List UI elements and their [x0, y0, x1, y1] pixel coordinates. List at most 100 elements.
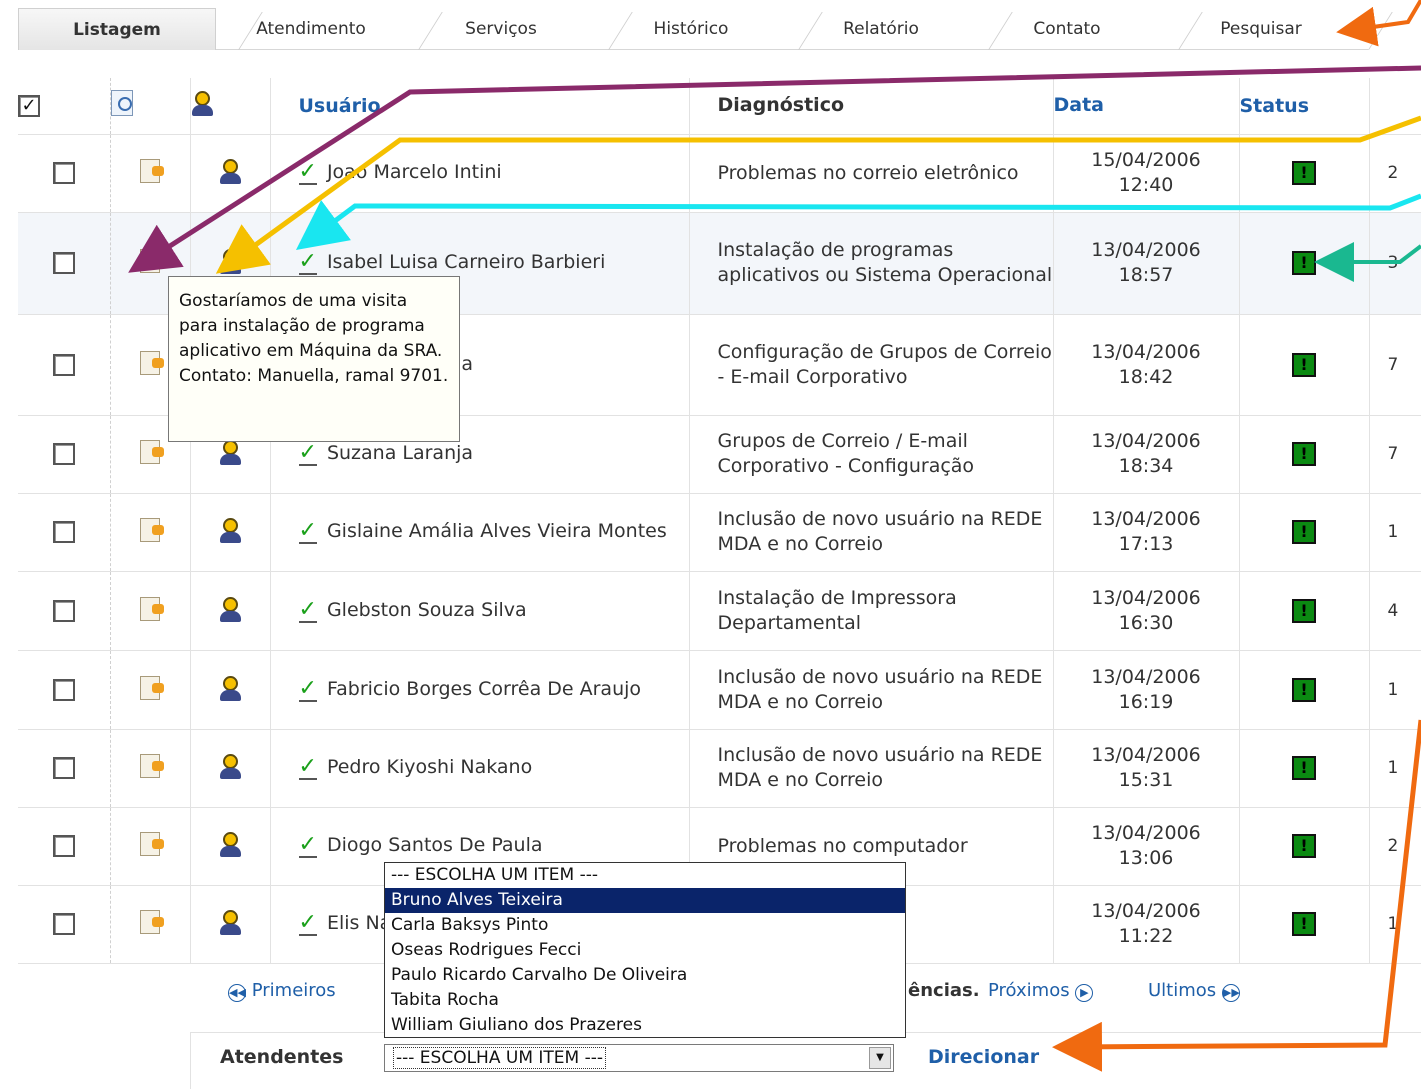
person-icon[interactable] [219, 157, 241, 185]
person-icon[interactable] [219, 830, 241, 858]
status-alert-icon[interactable]: ! [1292, 598, 1316, 623]
document-icon[interactable] [140, 832, 164, 856]
person-icon[interactable] [219, 516, 241, 544]
table-header-row: Usuário Diagnóstico Data Status [18, 78, 1421, 135]
select-all-cell [18, 78, 111, 135]
tab-pesquisar[interactable]: Pesquisar [1166, 8, 1356, 50]
row-checkbox[interactable] [52, 252, 75, 274]
person-icon[interactable] [219, 908, 241, 936]
row-checkbox[interactable] [52, 162, 75, 184]
dropdown-option[interactable]: --- ESCOLHA UM ITEM --- [385, 863, 905, 888]
row-person-cell [190, 729, 271, 808]
tab-historico[interactable]: Histórico [596, 8, 786, 50]
row-checkbox[interactable] [52, 678, 75, 701]
person-icon[interactable] [219, 674, 241, 702]
document-icon[interactable] [140, 675, 164, 700]
time-value: 13:06 [1118, 847, 1174, 869]
tab-listagem[interactable]: Listagem [18, 8, 216, 50]
status-alert-icon[interactable]: ! [1292, 520, 1316, 544]
status-cell: ! [1239, 571, 1370, 651]
time-value: 16:19 [1118, 690, 1174, 713]
time-value: 18:34 [1118, 455, 1174, 477]
document-icon[interactable] [140, 159, 164, 183]
row-checkbox-cell [18, 571, 111, 651]
count-cell: 1 [1369, 650, 1421, 730]
date-value: 13/04/2006 [1091, 822, 1201, 844]
row-checkbox[interactable] [52, 835, 75, 857]
dropdown-option[interactable]: Oseas Rodrigues Fecci [385, 938, 905, 963]
table-row[interactable]: ✓ Fabricio Borges Corrêa De Araujo Inclusã… [18, 650, 1421, 730]
search-document-icon[interactable] [110, 90, 133, 117]
document-icon[interactable] [140, 440, 164, 464]
person-icon[interactable] [219, 595, 241, 623]
dropdown-option[interactable]: Paulo Ricardo Carvalho De Oliveira [385, 963, 905, 988]
row-checkbox[interactable] [52, 443, 75, 465]
extra-column-header [1369, 78, 1421, 135]
tab-relatorio[interactable]: Relatório [786, 8, 976, 50]
date-cell: 13/04/2006 11:22 [1053, 885, 1240, 964]
tab-contato[interactable]: Contato [976, 8, 1158, 50]
dropdown-option[interactable]: Carla Baksys Pinto [385, 913, 905, 938]
user-name: Glebston Souza Silva [326, 598, 527, 621]
description-tooltip: Gostaríamos de uma visita para instalaçã… [168, 276, 460, 442]
document-icon[interactable] [140, 910, 164, 934]
dropdown-option[interactable]: William Giuliano dos Prazeres [385, 1013, 905, 1038]
user-name-cell: ✓ Pedro Kiyoshi Nakano [270, 729, 690, 808]
person-icon[interactable] [219, 438, 241, 466]
first-page-link[interactable]: ◀◀ Primeiros [228, 980, 336, 1002]
row-checkbox[interactable] [52, 521, 75, 543]
diagnostic-cell: Grupos de Correio / E-mail Corporativo -… [689, 415, 1054, 494]
calls-table: Usuário Diagnóstico Data Status ✓ Joao Ma… [18, 78, 1421, 964]
table-row[interactable]: ✓ Glebston Souza Silva Instalação de Impre… [18, 571, 1421, 651]
status-alert-icon[interactable]: ! [1292, 834, 1316, 858]
diagnostic-cell: Instalação de programas aplicativos ou S… [689, 212, 1054, 315]
row-checkbox-cell [18, 807, 111, 886]
status-alert-icon[interactable]: ! [1292, 912, 1316, 936]
row-checkbox[interactable] [52, 757, 75, 779]
row-person-cell [190, 650, 271, 730]
table-row[interactable]: ✓ Joao Marcelo Intini Problemas no correio… [18, 134, 1421, 213]
dropdown-option[interactable]: Tabita Rocha [385, 988, 905, 1013]
date-cell: 13/04/2006 16:19 [1053, 650, 1240, 730]
tab-atendimento[interactable]: Atendimento [216, 8, 406, 50]
date-column-header[interactable]: Data [1053, 78, 1240, 135]
check-icon: ✓ [298, 596, 317, 623]
document-icon[interactable] [140, 518, 164, 542]
next-page-link[interactable]: Próximos ▶ [988, 980, 1094, 1002]
document-icon[interactable] [140, 754, 164, 778]
user-column-header[interactable]: Usuário [270, 78, 690, 135]
user-name: Isabel Luisa Carneiro Barbieri [326, 251, 606, 273]
status-alert-icon[interactable]: ! [1292, 442, 1316, 466]
tab-servicos[interactable]: Serviços [406, 8, 596, 50]
dropdown-option-selected[interactable]: Bruno Alves Teixeira [385, 888, 905, 913]
document-icon[interactable] [140, 350, 164, 375]
check-icon: ✓ [298, 754, 317, 780]
date-value: 15/04/2006 [1091, 149, 1201, 171]
dropdown-arrow-icon[interactable]: ▼ [869, 1047, 891, 1069]
status-column-header[interactable]: Status [1239, 78, 1370, 135]
person-icon[interactable] [219, 247, 241, 275]
count-cell: 1 [1369, 885, 1421, 964]
atendentes-select[interactable]: --- ESCOLHA UM ITEM --- ▼ [384, 1044, 894, 1072]
status-alert-icon[interactable]: ! [1292, 251, 1316, 275]
count-cell: 4 [1369, 571, 1421, 651]
count-cell: 2 [1369, 134, 1421, 213]
status-alert-icon[interactable]: ! [1292, 756, 1316, 780]
status-alert-icon[interactable]: ! [1292, 352, 1316, 377]
person-icon[interactable] [219, 752, 241, 780]
atendentes-label: Atendentes [220, 1046, 344, 1068]
table-row[interactable]: ✓ Pedro Kiyoshi Nakano Inclusão de novo us… [18, 729, 1421, 808]
select-all-checkbox[interactable] [18, 95, 40, 117]
last-page-link[interactable]: Ultimos ▶▶ [1148, 980, 1240, 1002]
direcionar-link[interactable]: Direcionar [928, 1046, 1039, 1068]
document-icon[interactable] [140, 596, 164, 621]
document-icon[interactable] [140, 249, 164, 273]
row-checkbox[interactable] [52, 353, 75, 376]
date-cell: 15/04/2006 12:40 [1053, 134, 1240, 213]
row-checkbox[interactable] [52, 913, 75, 935]
table-row[interactable]: ✓ Gislaine Amália Alves Vieira Montes Incl… [18, 493, 1421, 572]
row-checkbox-cell [18, 415, 111, 494]
status-alert-icon[interactable]: ! [1292, 677, 1316, 702]
status-alert-icon[interactable]: ! [1292, 161, 1316, 185]
row-checkbox[interactable] [52, 599, 75, 622]
